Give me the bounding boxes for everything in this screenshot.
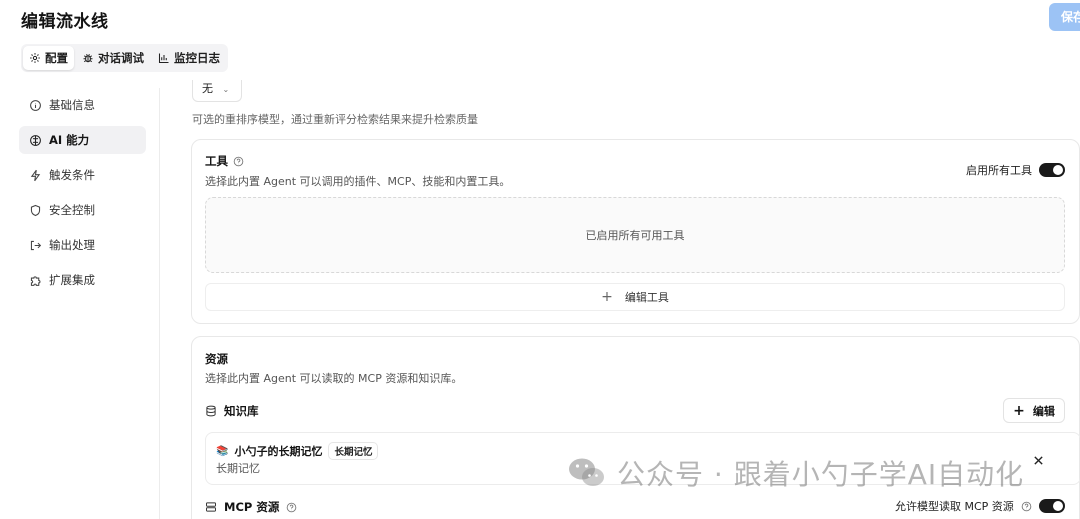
rerank-select[interactable]: 无 ⌄ xyxy=(192,80,242,102)
mcp-resources-label: MCP 资源 xyxy=(224,500,280,514)
sidebar-item-label: 基础信息 xyxy=(49,98,95,112)
knowledge-base-edit-button[interactable]: + 编辑 xyxy=(1003,398,1065,423)
sidebar: 基础信息 AI 能力 触发条件 安全控制 输出处理 扩展集成 xyxy=(19,91,146,301)
puzzle-icon xyxy=(30,275,41,286)
knowledge-base-label: 知识库 xyxy=(224,404,259,418)
output-icon xyxy=(30,240,42,250)
knowledge-base-item-name: 小勺子的长期记忆 xyxy=(234,445,323,458)
sidebar-item-security[interactable]: 安全控制 xyxy=(19,196,146,224)
sidebar-item-ai-capability[interactable]: AI 能力 xyxy=(19,126,146,154)
sidebar-item-basic-info[interactable]: 基础信息 xyxy=(19,91,146,119)
mcp-toggle-label: 允许模型读取 MCP 资源 xyxy=(895,500,1014,513)
tools-card: 工具 选择此内置 Agent 可以调用的插件、MCP、技能和内置工具。 启用所有… xyxy=(191,139,1080,324)
page-title: 编辑流水线 xyxy=(21,12,109,32)
tools-title-text: 工具 xyxy=(205,154,228,168)
enable-all-tools-label: 启用所有工具 xyxy=(966,164,1032,177)
shield-icon xyxy=(30,204,41,216)
sidebar-item-label: 输出处理 xyxy=(49,238,95,252)
tab-label: 配置 xyxy=(45,51,68,65)
knowledge-base-item-title: 📚 小勺子的长期记忆 长期记忆 xyxy=(216,442,379,460)
close-icon[interactable] xyxy=(1033,455,1044,466)
knowledge-base-item-badge: 长期记忆 xyxy=(328,442,379,460)
tab-label: 对话调试 xyxy=(98,51,144,65)
watermark-text: 公众号 · 跟着小勺子学AI自动化 xyxy=(617,458,1025,491)
gear-icon xyxy=(30,53,40,63)
books-icon: 📚 xyxy=(216,445,229,457)
chevron-down-icon: ⌄ xyxy=(222,85,230,94)
tab-label: 监控日志 xyxy=(174,51,220,65)
sidebar-item-output[interactable]: 输出处理 xyxy=(19,231,146,259)
knowledge-base-edit-label: 编辑 xyxy=(1032,404,1055,418)
tools-description: 选择此内置 Agent 可以调用的插件、MCP、技能和内置工具。 xyxy=(205,175,511,188)
server-icon xyxy=(206,502,216,512)
sidebar-item-extensions[interactable]: 扩展集成 xyxy=(19,266,146,294)
mcp-toggle-row: 允许模型读取 MCP 资源 xyxy=(895,498,1065,514)
tools-title: 工具 xyxy=(205,153,244,169)
sidebar-item-label: AI 能力 xyxy=(49,133,90,147)
enable-all-tools-row: 启用所有工具 xyxy=(966,162,1065,178)
sidebar-item-label: 扩展集成 xyxy=(49,273,95,287)
knowledge-base-header: 知识库 xyxy=(205,403,259,419)
wechat-icon xyxy=(569,458,604,486)
plus-icon: + xyxy=(1013,402,1025,419)
sidebar-item-trigger[interactable]: 触发条件 xyxy=(19,161,146,189)
tab-chat-debug[interactable]: 对话调试 xyxy=(76,46,150,70)
info-icon xyxy=(30,99,41,111)
mcp-resources-header: MCP 资源 xyxy=(205,499,297,515)
watermark: 公众号 · 跟着小勺子学AI自动化 xyxy=(567,453,1024,493)
resources-title: 资源 xyxy=(205,352,228,366)
plus-icon: + xyxy=(601,289,613,305)
tab-bar: 配置 对话调试 监控日志 xyxy=(21,44,228,72)
resources-description: 选择此内置 Agent 可以读取的 MCP 资源和知识库。 xyxy=(205,372,463,385)
bug-icon xyxy=(83,53,93,63)
tab-config[interactable]: 配置 xyxy=(23,46,74,70)
help-icon[interactable] xyxy=(1021,501,1032,512)
sidebar-item-label: 触发条件 xyxy=(49,168,95,182)
sidebar-divider xyxy=(159,88,160,519)
knowledge-base-item-subtitle: 长期记忆 xyxy=(216,462,260,475)
help-icon[interactable] xyxy=(233,156,244,167)
database-icon xyxy=(206,405,216,417)
tools-empty-state: 已启用所有可用工具 xyxy=(205,197,1065,273)
brain-icon xyxy=(30,134,41,146)
edit-tools-label: 编辑工具 xyxy=(624,291,669,304)
tools-empty-text: 已启用所有可用工具 xyxy=(585,229,685,242)
rerank-description: 可选的重排序模型，通过重新评分检索结果来提升检索质量 xyxy=(192,113,478,126)
sidebar-item-label: 安全控制 xyxy=(49,203,95,217)
tab-monitor-log[interactable]: 监控日志 xyxy=(152,46,226,70)
save-button[interactable]: 保存 xyxy=(1049,3,1080,31)
lightning-icon xyxy=(30,169,41,181)
help-icon[interactable] xyxy=(286,502,297,513)
enable-all-tools-toggle[interactable] xyxy=(1039,163,1065,177)
bar-chart-icon xyxy=(158,53,169,64)
mcp-toggle[interactable] xyxy=(1038,499,1065,513)
edit-tools-button[interactable]: + 编辑工具 xyxy=(205,283,1065,311)
rerank-value: 无 xyxy=(202,82,213,95)
